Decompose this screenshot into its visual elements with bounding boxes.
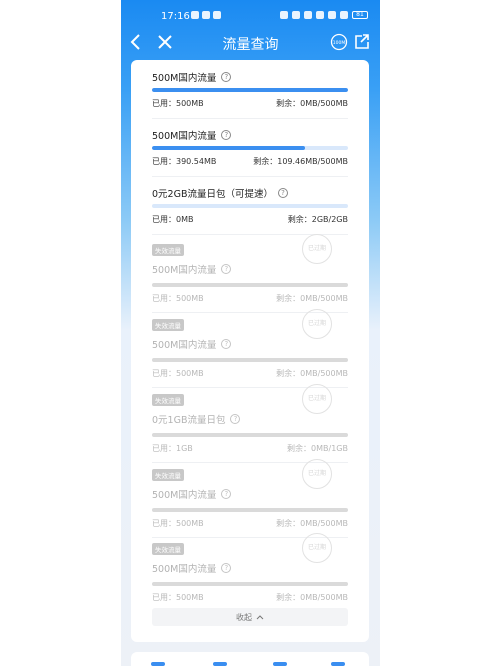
expired-tag: 失效流量 (152, 394, 184, 406)
usage-bar (152, 508, 348, 512)
package-name: 500M国内流量 ? (152, 337, 232, 351)
remaining-amount: 剩余：0MB/500MB (276, 593, 348, 602)
expired-stamp: 已过期 (302, 533, 332, 563)
system-icons: 81 (280, 11, 368, 19)
battery-icon: 81 (352, 11, 368, 19)
usage-bar (152, 582, 348, 586)
help-icon[interactable]: ? (221, 339, 232, 349)
mute-icon (304, 11, 312, 19)
shortcut-icon[interactable] (273, 662, 287, 666)
remaining-amount: 剩余：0MB/500MB (276, 294, 348, 303)
remaining-amount: 剩余：0MB/1GB (287, 444, 348, 453)
expired-tag: 失效流量 (152, 543, 184, 555)
package-name: 500M国内流量 ? (152, 561, 232, 575)
signal-icon (340, 11, 348, 19)
expired-tag: 失效流量 (152, 319, 184, 331)
expired-stamp: 已过期 (302, 384, 332, 414)
package-name: 500M国内流量 ? (152, 262, 232, 276)
chevron-up-icon (256, 615, 264, 620)
package-name: 0元1GB流量日包 ? (152, 412, 241, 426)
help-icon[interactable]: ? (221, 489, 232, 499)
usage-bar (152, 204, 348, 208)
help-icon[interactable]: ? (221, 264, 232, 274)
package-name: 500M国内流量 ? (152, 128, 232, 142)
alarm-icon (292, 11, 300, 19)
package-name: 500M国内流量 ? (152, 487, 232, 501)
usage-bar (152, 88, 348, 92)
speed-test-label: 100M (333, 40, 346, 46)
expired-stamp: 已过期 (302, 309, 332, 339)
used-amount: 已用：500MB (152, 369, 204, 378)
package-name: 0元2GB流量日包（可提速） ? (152, 186, 288, 200)
help-icon[interactable]: ? (221, 130, 232, 140)
wifi-icon (328, 11, 336, 19)
usage-bar (152, 146, 348, 150)
help-icon[interactable]: ? (221, 563, 232, 573)
shortcut-icon[interactable] (331, 662, 345, 666)
expired-tag: 失效流量 (152, 244, 184, 256)
used-amount: 已用：500MB (152, 593, 204, 602)
usage-bar (152, 433, 348, 437)
usage-fill (152, 146, 305, 150)
data-usage-card: 500M国内流量 ? 已用：500MB 剩余：0MB/500MB 500M国内流… (131, 60, 369, 642)
remaining-amount: 剩余：0MB/500MB (276, 369, 348, 378)
bluetooth-icon (316, 11, 324, 19)
help-icon[interactable]: ? (221, 72, 232, 82)
remaining-amount: 剩余：2GB/2GB (287, 215, 348, 224)
used-amount: 已用：500MB (152, 294, 204, 303)
phone-screen: 17:16 81 流量查询 100M 500M国内流量 ? 已用：500MB 剩… (121, 0, 380, 666)
status-time: 17:16 (161, 11, 190, 22)
expired-stamp: 已过期 (302, 234, 332, 264)
help-icon[interactable]: ? (230, 414, 241, 424)
shortcut-icon[interactable] (213, 662, 227, 666)
expired-tag: 失效流量 (152, 469, 184, 481)
bottom-card (131, 652, 369, 666)
remaining-amount: 剩余：0MB/500MB (276, 519, 348, 528)
nav-bar: 流量查询 100M (121, 30, 380, 56)
used-amount: 已用：500MB (152, 99, 204, 108)
divider (152, 118, 348, 119)
shortcut-icon[interactable] (151, 662, 165, 666)
nfc-icon (280, 11, 288, 19)
wechat-icon (191, 11, 199, 19)
used-amount: 已用：0MB (152, 215, 194, 224)
usage-fill (152, 88, 348, 92)
divider (152, 176, 348, 177)
share-icon[interactable] (354, 33, 370, 55)
help-icon[interactable]: ? (277, 188, 288, 198)
usage-bar (152, 283, 348, 287)
speed-test-icon[interactable]: 100M (330, 33, 348, 55)
collapse-button[interactable]: 收起 (152, 608, 348, 626)
used-amount: 已用：390.54MB (152, 157, 217, 166)
app-icon (202, 11, 210, 19)
used-amount: 已用：500MB (152, 519, 204, 528)
app-icon (213, 11, 221, 19)
remaining-amount: 剩余：0MB/500MB (276, 99, 348, 108)
collapse-label: 收起 (236, 612, 252, 622)
status-bar: 17:16 81 (121, 0, 380, 30)
usage-bar (152, 358, 348, 362)
expired-stamp: 已过期 (302, 459, 332, 489)
remaining-amount: 剩余：109.46MB/500MB (253, 157, 348, 166)
package-name: 500M国内流量 ? (152, 70, 232, 84)
notification-icons (191, 11, 221, 19)
used-amount: 已用：1GB (152, 444, 193, 453)
